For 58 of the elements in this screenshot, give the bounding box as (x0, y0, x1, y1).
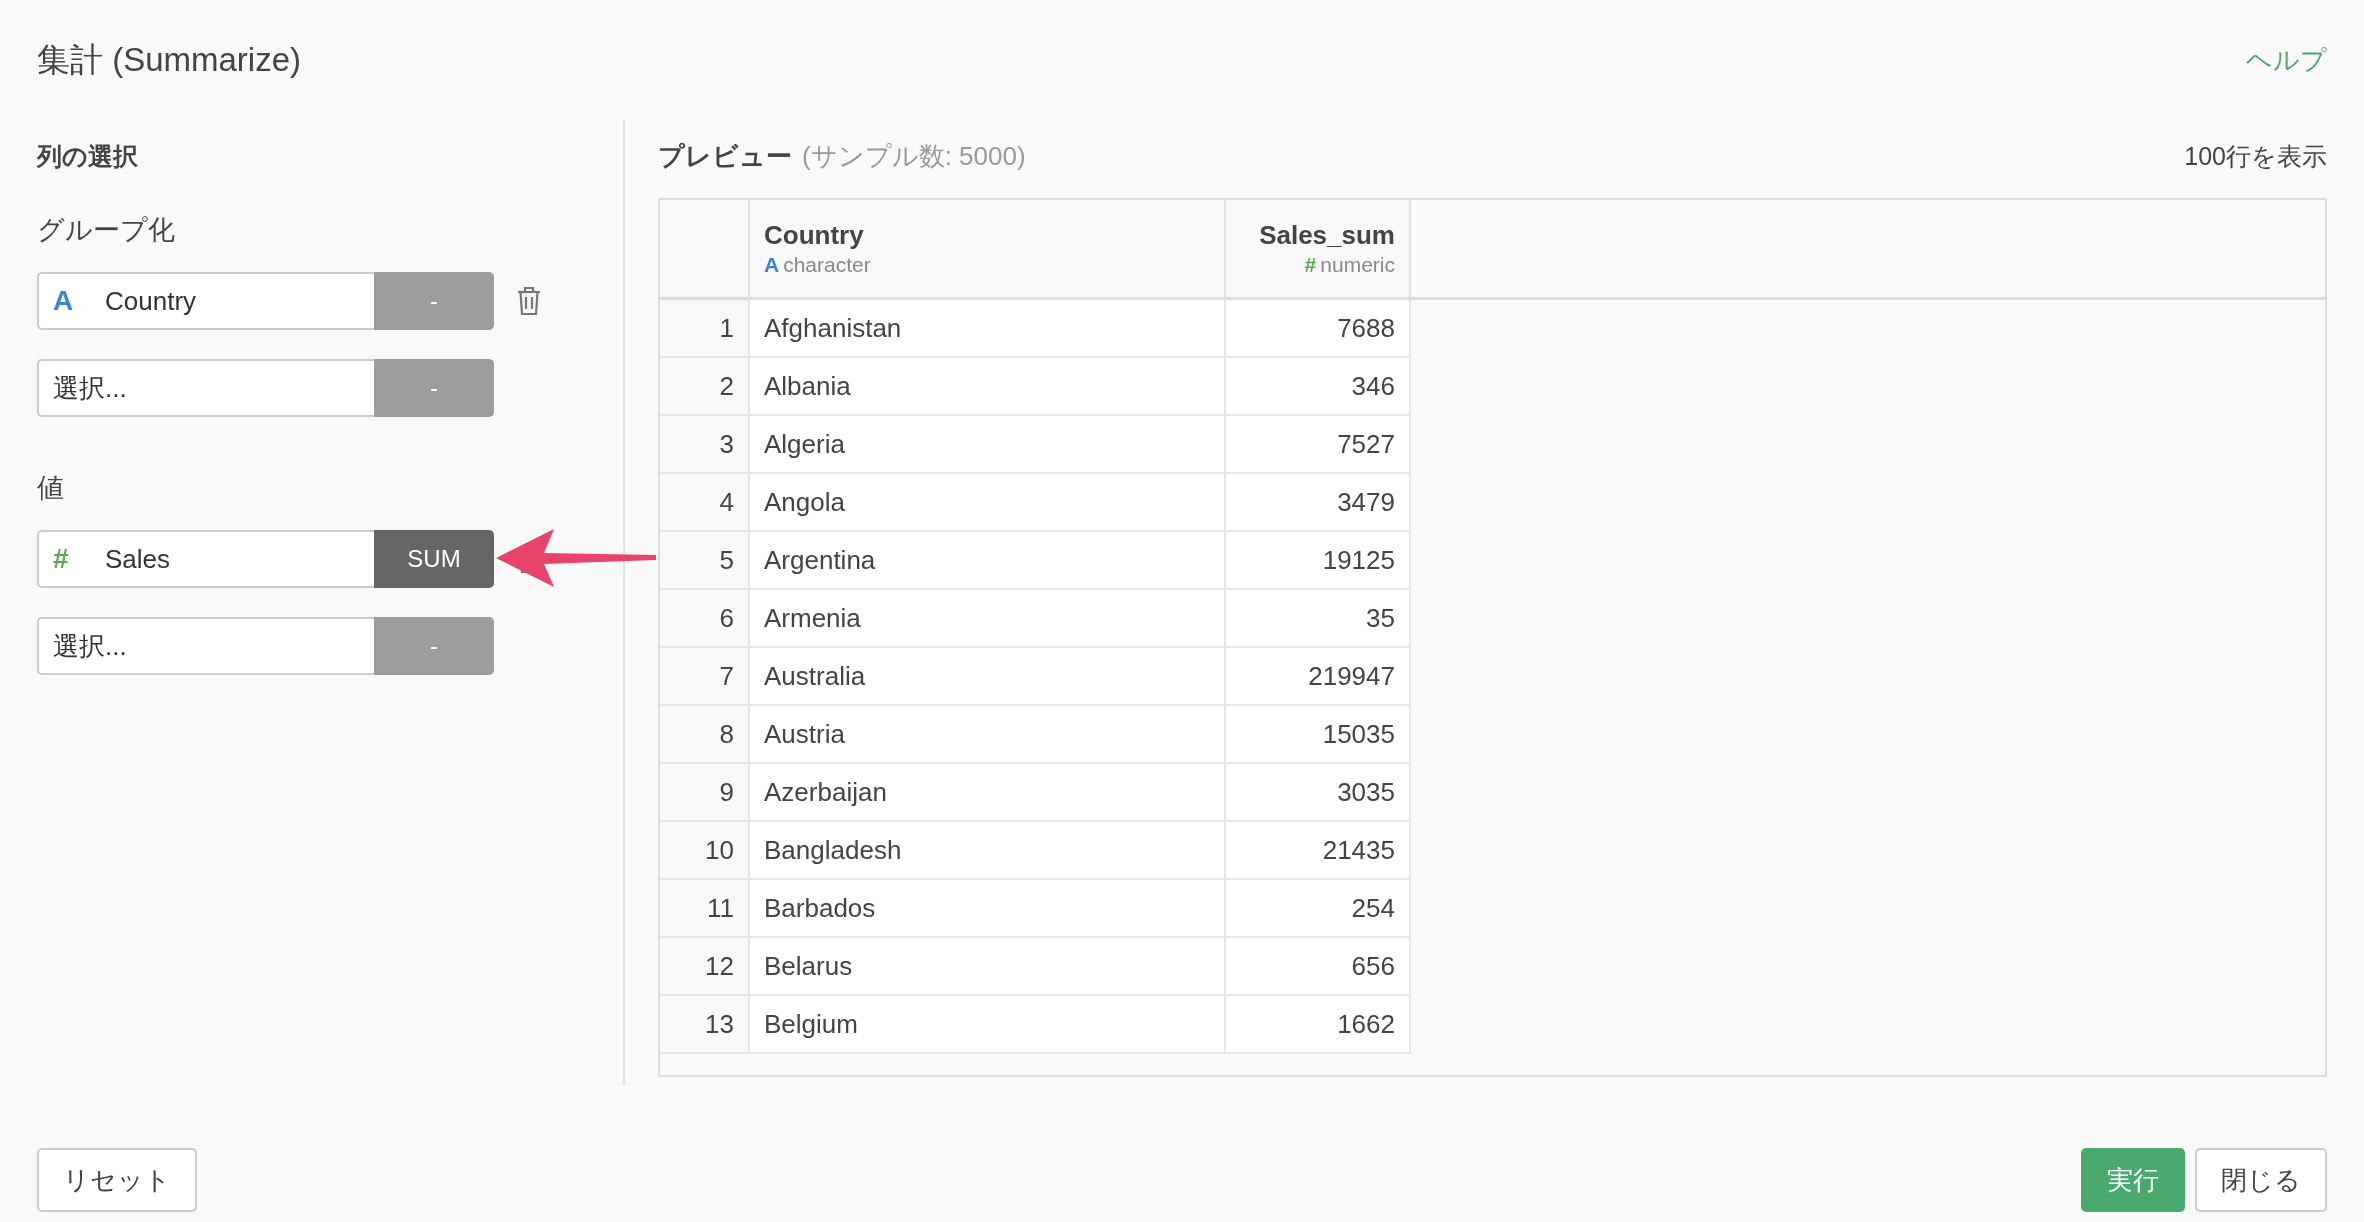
column-name: Country (764, 220, 865, 251)
table-cell: 254 (1226, 880, 1411, 938)
table-cell: 35 (1226, 590, 1411, 648)
row-number: 5 (660, 532, 750, 590)
dialog-button[interactable]: リセット (37, 1148, 197, 1212)
row-number: 9 (660, 764, 750, 822)
preview-title: プレビュー (658, 140, 792, 171)
table-cell: 656 (1226, 938, 1411, 996)
table-cell: Argentina (750, 532, 1226, 590)
table-cell: Albania (750, 358, 1226, 416)
table-cell: 3479 (1226, 474, 1411, 532)
table-cell: 1662 (1226, 996, 1411, 1054)
trash-icon[interactable] (516, 286, 542, 316)
table-cell: Barbados (750, 880, 1226, 938)
row-number: 7 (660, 648, 750, 706)
table-cell: 219947 (1226, 648, 1411, 706)
table-cell: 3035 (1226, 764, 1411, 822)
table-cell: Afghanistan (750, 300, 1226, 358)
table-cell: Algeria (750, 416, 1226, 474)
table-cell: Angola (750, 474, 1226, 532)
row-number: 13 (660, 996, 750, 1054)
table-cell: Australia (750, 648, 1226, 706)
group-label: グループ化 (37, 214, 176, 247)
function-button[interactable]: SUM (374, 530, 494, 588)
column-select[interactable]: 選択... (37, 617, 374, 675)
row-number: 10 (660, 822, 750, 880)
column-select[interactable]: A Country (37, 272, 374, 330)
column-select[interactable]: 選択... (37, 359, 374, 417)
rows-shown-label: 100行を表示 (2184, 140, 2327, 172)
table-cell: Belgium (750, 996, 1226, 1054)
table-cell: Bangladesh (750, 822, 1226, 880)
row-number: 3 (660, 416, 750, 474)
sample-note: (サンプル数: 5000) (802, 140, 1026, 171)
row-number: 11 (660, 880, 750, 938)
table-cell: 7688 (1226, 300, 1411, 358)
row-number: 2 (660, 358, 750, 416)
row-number: 8 (660, 706, 750, 764)
table-cell: 19125 (1226, 532, 1411, 590)
row-number: 12 (660, 938, 750, 996)
table-cell: 15035 (1226, 706, 1411, 764)
table-cell: 21435 (1226, 822, 1411, 880)
section-heading: 列の選択 (37, 141, 139, 172)
column-type: A character (764, 253, 872, 277)
row-number: 1 (660, 300, 750, 358)
table-cell: Austria (750, 706, 1226, 764)
row-number: 6 (660, 590, 750, 648)
table-cell: Armenia (750, 590, 1226, 648)
table-cell: 7527 (1226, 416, 1411, 474)
dialog-title: 集計 (Summarize) (37, 39, 302, 80)
table-cell: Belarus (750, 938, 1226, 996)
column-type: # numeric (1304, 253, 1395, 277)
dialog-button[interactable]: 閉じる (2195, 1148, 2327, 1212)
row-number: 4 (660, 474, 750, 532)
table-cell: Azerbaijan (750, 764, 1226, 822)
group-label: 値 (37, 472, 65, 505)
column-select[interactable]: # Sales (37, 530, 374, 588)
table-cell: 346 (1226, 358, 1411, 416)
column-name: Sales_sum (1259, 220, 1395, 251)
